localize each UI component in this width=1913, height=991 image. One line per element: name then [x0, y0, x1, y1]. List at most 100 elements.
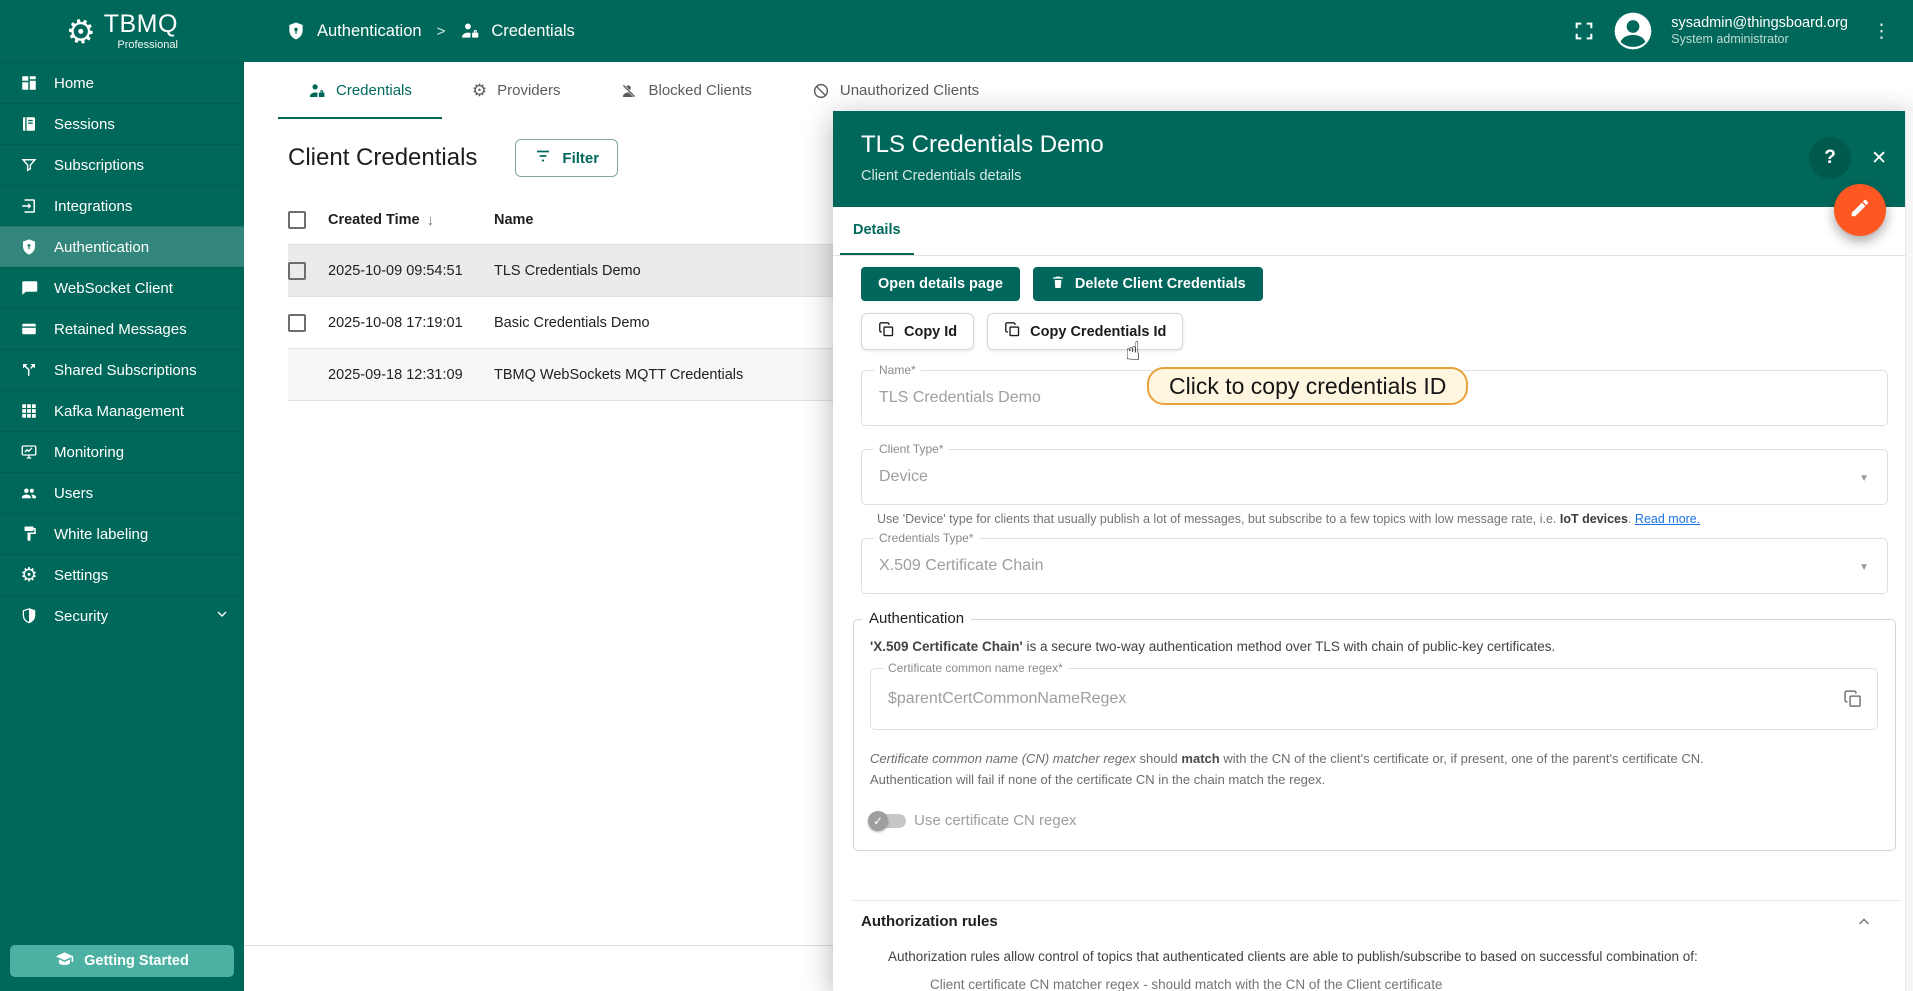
tab-label: Providers	[497, 82, 560, 99]
read-more-link[interactable]: Read more.	[1635, 512, 1700, 526]
sidebar-item-shared-subscriptions[interactable]: Shared Subscriptions	[0, 349, 244, 390]
cell-name: TBMQ WebSockets MQTT Credentials	[494, 367, 743, 383]
sidebar-item-label: Monitoring	[54, 444, 124, 461]
client-type-label: Client Type*	[874, 442, 948, 456]
hint-text: with the CN of the client's certificate …	[1220, 751, 1704, 766]
check-icon: ✓	[873, 814, 883, 828]
logo-subtitle: Professional	[117, 39, 178, 51]
chevron-up-icon[interactable]	[1855, 913, 1873, 936]
column-created-time[interactable]: Created Time	[328, 212, 420, 228]
copy-credentials-tooltip: Click to copy credentials ID	[1147, 367, 1468, 405]
edit-fab-button[interactable]	[1834, 184, 1886, 236]
tab-blocked-clients[interactable]: Blocked Clients	[590, 62, 781, 119]
open-details-page-button[interactable]: Open details page	[861, 267, 1020, 301]
client-type-select[interactable]: Client Type* Device ▼	[861, 449, 1888, 505]
help-button[interactable]: ?	[1809, 137, 1851, 179]
sidebar-item-home[interactable]: Home	[0, 62, 244, 103]
row-checkbox[interactable]	[288, 262, 306, 280]
tab-credentials[interactable]: Credentials	[278, 62, 442, 119]
sidebar-item-kafka-management[interactable]: Kafka Management	[0, 390, 244, 431]
panel-scrollbar[interactable]	[1905, 111, 1913, 991]
hint-text: should	[1136, 751, 1182, 766]
gear-icon: ⚙	[19, 565, 39, 585]
sidebar-item-settings[interactable]: ⚙ Settings	[0, 554, 244, 595]
certificate-cn-regex-value: $parentCertCommonNameRegex	[871, 669, 1877, 729]
breadcrumb: Authentication > Credentials	[286, 21, 575, 41]
toggle-switch[interactable]: ✓	[870, 814, 906, 828]
close-icon[interactable]: ✕	[1871, 147, 1887, 170]
sort-desc-icon[interactable]: ↓	[427, 212, 435, 229]
copy-id-button[interactable]: Copy Id	[861, 313, 974, 350]
sidebar-item-white-labeling[interactable]: White labeling	[0, 513, 244, 554]
sidebar-item-label: Users	[54, 485, 93, 502]
cell-name: TLS Credentials Demo	[494, 263, 641, 279]
tab-label: Blocked Clients	[648, 82, 751, 99]
avatar[interactable]	[1613, 11, 1653, 51]
page-title: Client Credentials	[288, 144, 477, 172]
sidebar-item-label: Kafka Management	[54, 403, 184, 420]
sidebar-item-label: Security	[54, 608, 108, 625]
gear-icon: ⚙	[472, 82, 487, 99]
dropdown-caret-icon: ▼	[1859, 473, 1869, 484]
user-info[interactable]: sysadmin@thingsboard.org System administ…	[1671, 14, 1848, 48]
authentication-description: 'X.509 Certificate Chain' is a secure tw…	[870, 639, 1879, 654]
authentication-legend: Authentication	[862, 610, 971, 627]
sidebar-item-label: Home	[54, 75, 94, 92]
hint-text: .	[1628, 512, 1635, 526]
getting-started-label: Getting Started	[84, 953, 189, 969]
sidebar-item-monitoring[interactable]: Monitoring	[0, 431, 244, 472]
panel-subtitle: Client Credentials details	[861, 168, 1885, 184]
person-slash-icon	[620, 82, 638, 100]
tab-label: Unauthorized Clients	[840, 82, 979, 99]
pencil-icon	[1849, 197, 1871, 224]
desc-bold: 'X.509 Certificate Chain'	[870, 639, 1023, 654]
sidebar-item-authentication[interactable]: Authentication	[0, 226, 244, 267]
name-field-label: Name*	[874, 363, 921, 377]
certificate-cn-regex-field[interactable]: Certificate common name regex* $parentCe…	[870, 668, 1878, 730]
fullscreen-icon[interactable]	[1573, 20, 1595, 42]
paint-icon	[19, 524, 39, 544]
apps-grid-icon	[19, 401, 39, 421]
getting-started-button[interactable]: Getting Started	[10, 945, 234, 977]
copy-icon[interactable]	[1843, 689, 1863, 714]
filter-button[interactable]: Filter	[515, 139, 618, 177]
logo-gear-icon: ⚙	[63, 12, 99, 50]
sidebar-item-label: White labeling	[54, 526, 148, 543]
user-email: sysadmin@thingsboard.org	[1671, 14, 1848, 32]
trash-icon	[1050, 274, 1066, 294]
sidebar-item-label: Subscriptions	[54, 157, 144, 174]
sidebar-item-sessions[interactable]: Sessions	[0, 103, 244, 144]
breadcrumb-authentication[interactable]: Authentication	[317, 22, 422, 41]
sidebar-item-retained-messages[interactable]: Retained Messages	[0, 308, 244, 349]
tab-providers[interactable]: ⚙ Providers	[442, 62, 591, 119]
sidebar-item-label: Shared Subscriptions	[54, 362, 197, 379]
cell-created-time: 2025-09-18 12:31:09	[328, 367, 494, 383]
user-role: System administrator	[1671, 32, 1848, 48]
monitor-icon	[19, 442, 39, 462]
sidebar-item-security[interactable]: Security	[0, 595, 244, 636]
block-icon	[812, 82, 830, 100]
sessions-icon	[19, 114, 39, 134]
sidebar-item-label: WebSocket Client	[54, 280, 173, 297]
sidebar-item-integrations[interactable]: Integrations	[0, 185, 244, 226]
sidebar-item-websocket-client[interactable]: WebSocket Client	[0, 267, 244, 308]
credentials-type-select[interactable]: Credentials Type* X.509 Certificate Chai…	[861, 538, 1888, 594]
more-menu-icon[interactable]: ⋮	[1866, 20, 1897, 43]
sidebar-item-users[interactable]: Users	[0, 472, 244, 513]
authorization-rules-bullet: Client certificate CN matcher regex - sh…	[930, 977, 1901, 991]
client-type-value: Device	[862, 450, 1887, 504]
row-checkbox[interactable]	[288, 314, 306, 332]
shield-half-icon	[19, 606, 39, 626]
copy-credentials-id-button[interactable]: Copy Credentials Id	[987, 313, 1183, 350]
top-bar: ⚙ TBMQ Professional Authentication > Cre…	[0, 0, 1913, 62]
column-name[interactable]: Name	[494, 212, 534, 228]
select-all-checkbox[interactable]	[288, 211, 306, 229]
delete-client-credentials-button[interactable]: Delete Client Credentials	[1033, 267, 1263, 301]
logo[interactable]: ⚙ TBMQ Professional	[0, 12, 244, 51]
sidebar-item-subscriptions[interactable]: Subscriptions	[0, 144, 244, 185]
tab-details[interactable]: Details	[840, 207, 914, 255]
panel-title: TLS Credentials Demo	[861, 131, 1885, 159]
authorization-rules-description: Authorization rules allow control of top…	[888, 949, 1901, 964]
person-lock-icon	[308, 82, 326, 100]
cell-name: Basic Credentials Demo	[494, 315, 650, 331]
